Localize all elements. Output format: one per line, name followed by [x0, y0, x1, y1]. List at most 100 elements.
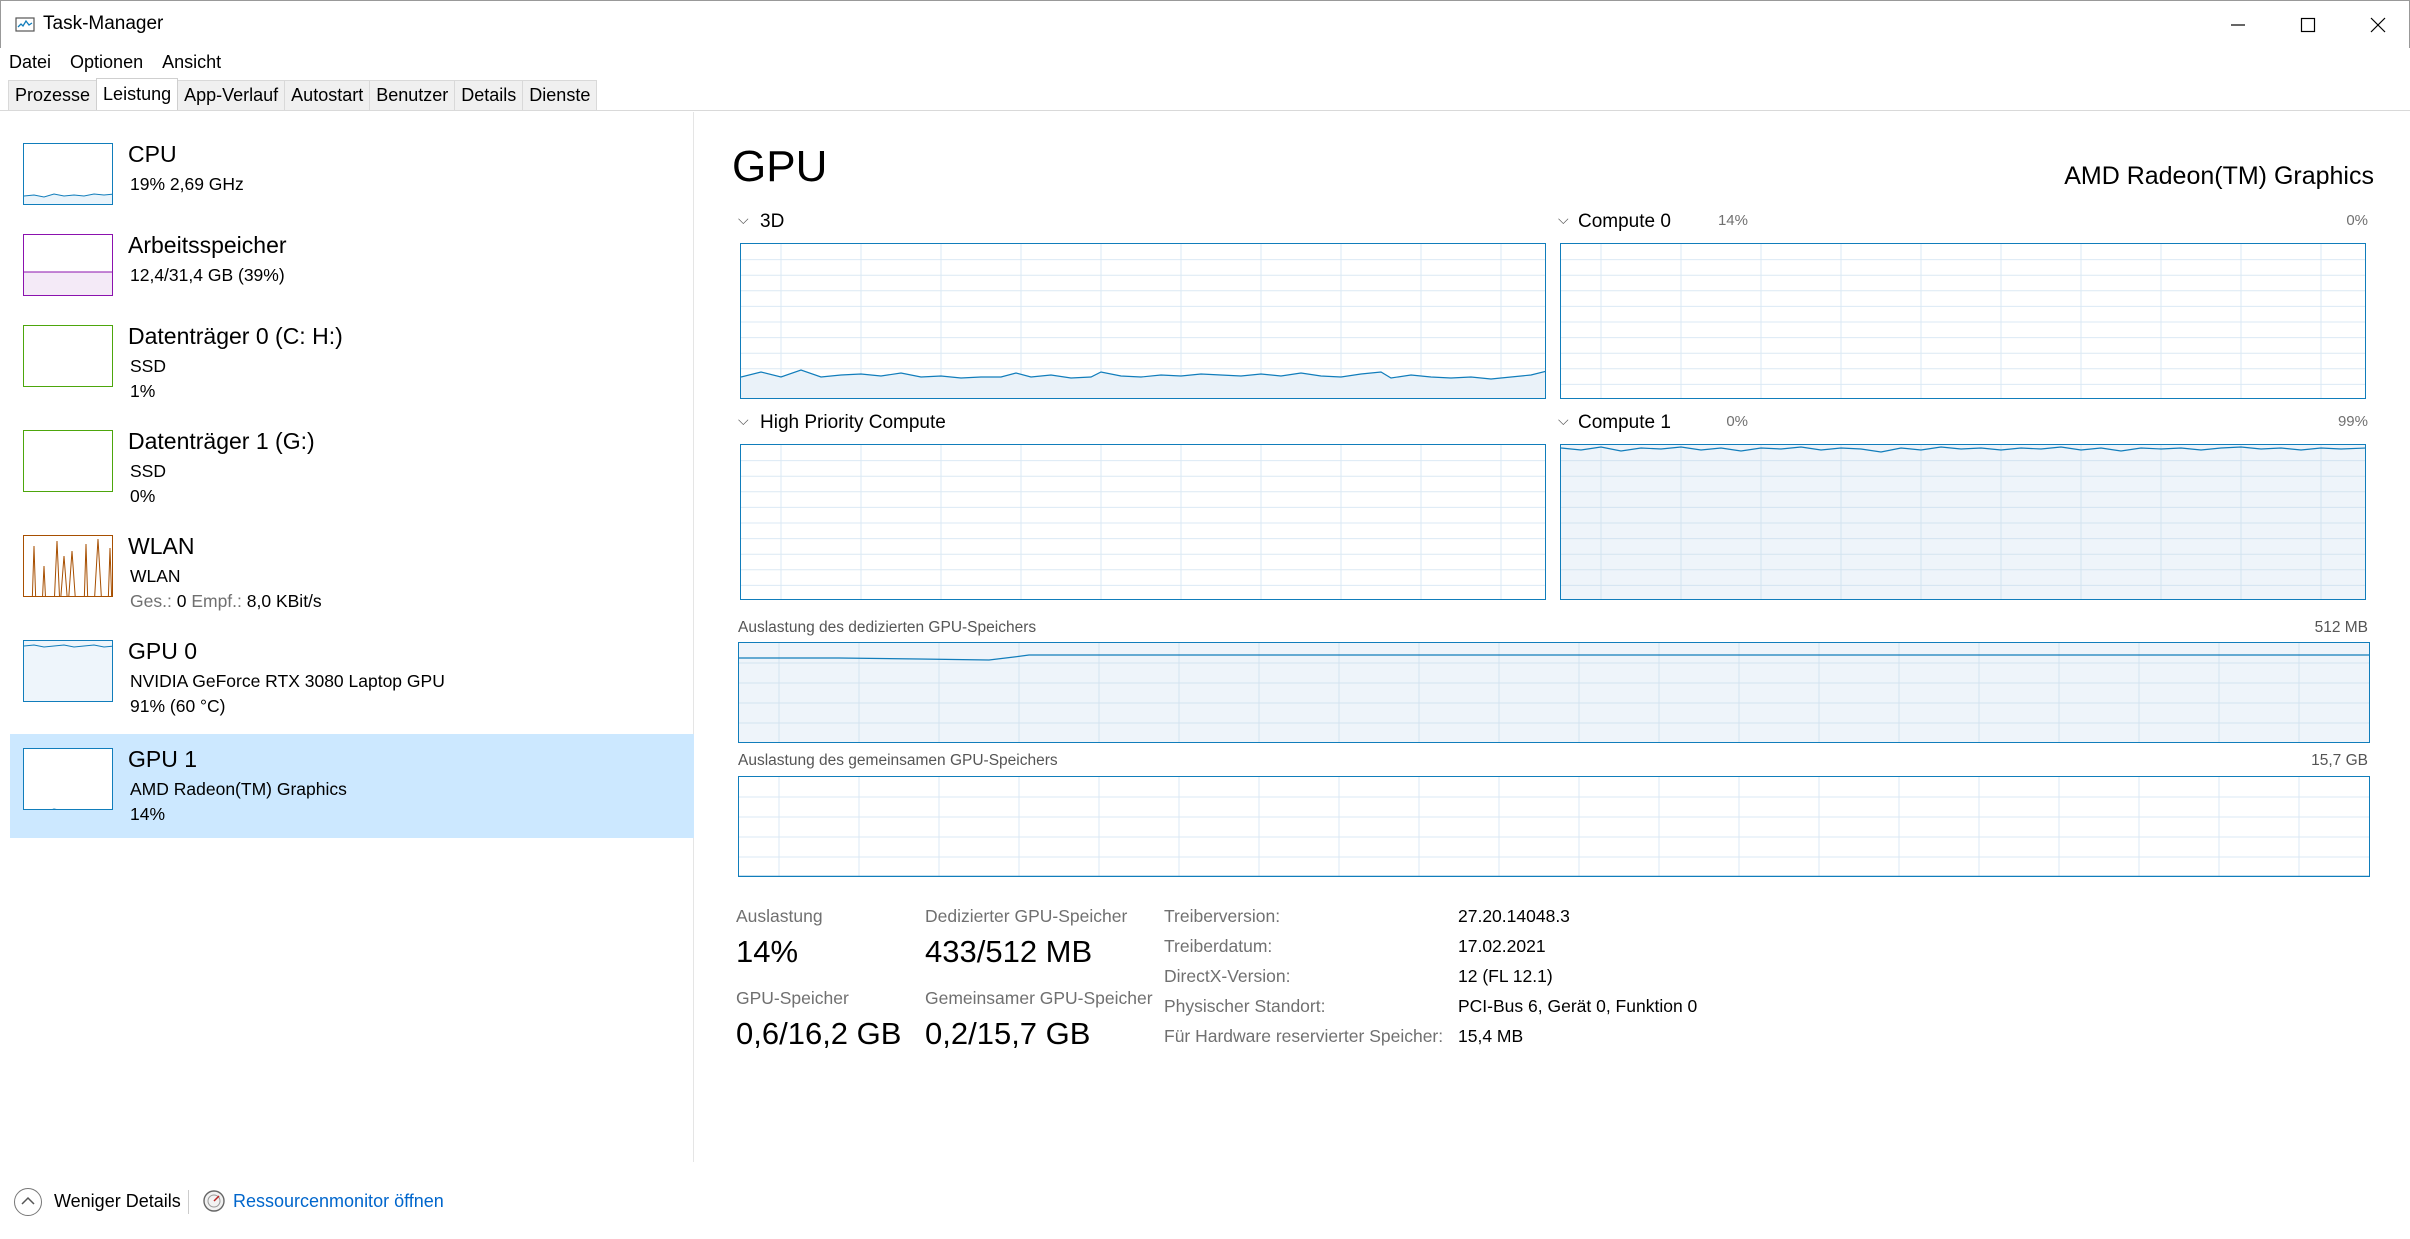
- engine-compute-0-label[interactable]: Compute 0: [1578, 211, 1671, 233]
- sidebar-item-cpu[interactable]: CPU 19% 2,69 GHz: [10, 141, 694, 245]
- sidebar-item-title: Datenträger 1 (G:): [128, 428, 315, 454]
- maximize-button[interactable]: [2273, 1, 2343, 49]
- utilization-value: 14%: [736, 934, 799, 969]
- resource-monitor-icon[interactable]: [202, 1189, 226, 1213]
- fewer-details-button[interactable]: Weniger Details: [54, 1191, 181, 1212]
- close-button[interactable]: [2343, 1, 2410, 49]
- dedicated-memory-graph: [738, 642, 2370, 743]
- window-title: Task-Manager: [43, 13, 164, 34]
- utilization-label: Auslastung: [736, 906, 823, 926]
- wlan-recv-label: Empf.:: [191, 591, 242, 611]
- chevron-down-icon[interactable]: ⌵: [1558, 211, 1569, 228]
- wlan-send-label: Ges.:: [130, 591, 172, 611]
- driver-date-value: 17.02.2021: [1458, 936, 1546, 956]
- sidebar-item-title: GPU 1: [128, 746, 198, 772]
- sidebar-item-detail: NVIDIA GeForce RTX 3080 Laptop GPU: [130, 671, 445, 691]
- chevron-down-icon[interactable]: ⌵: [1558, 412, 1569, 429]
- sidebar-item-detail: 19% 2,69 GHz: [130, 174, 244, 194]
- engine-compute-1-label[interactable]: Compute 1: [1578, 412, 1671, 434]
- wlan-traffic: Ges.: 0 Empf.: 8,0 KBit/s: [130, 591, 322, 612]
- engine-3d-label[interactable]: 3D: [760, 211, 784, 233]
- dedicated-memory-max: 512 MB: [2314, 619, 2368, 636]
- wlan-recv-value: 8,0 KBit/s: [246, 591, 322, 611]
- driver-version-value: 27.20.14048.3: [1458, 906, 1570, 926]
- disk-1-thumbnail-graph: [23, 430, 113, 492]
- close-icon: [2370, 17, 2386, 33]
- shared-memory-graph: [738, 776, 2370, 877]
- sidebar-item-title: WLAN: [128, 533, 195, 559]
- sidebar-item-gpu-1[interactable]: GPU 1 AMD Radeon(TM) Graphics 14%: [10, 734, 694, 838]
- menu-file[interactable]: Datei: [0, 48, 61, 76]
- footer-separator: [188, 1190, 189, 1214]
- page-title: GPU: [732, 142, 828, 191]
- sidebar-item-detail-2: 1%: [130, 381, 156, 401]
- sidebar-item-detail: 12,4/31,4 GB (39%): [130, 265, 285, 285]
- shared-memory-max: 15,7 GB: [2311, 752, 2368, 769]
- tab-processes[interactable]: Prozesse: [8, 80, 98, 110]
- memory-thumbnail-graph: [23, 234, 113, 296]
- engine-compute-0-graph: [1560, 243, 2366, 399]
- chevron-up-circle-icon[interactable]: [14, 1188, 42, 1216]
- dedicated-memory-label: Auslastung des dedizierten GPU-Speichers: [738, 619, 1037, 636]
- sidebar-item-detail-2: 0%: [130, 486, 156, 506]
- hw-reserved-memory-label: Für Hardware reservierter Speicher:: [1164, 1026, 1444, 1046]
- engine-compute-1-pct: 99%: [2337, 413, 2368, 430]
- sidebar-item-title: Arbeitsspeicher: [128, 232, 287, 258]
- sidebar-item-gpu-0[interactable]: GPU 0 NVIDIA GeForce RTX 3080 Laptop GPU…: [10, 638, 694, 742]
- sidebar-item-detail: SSD: [130, 356, 166, 376]
- physical-location-label: Physischer Standort:: [1164, 996, 1326, 1016]
- sidebar-item-memory[interactable]: Arbeitsspeicher 12,4/31,4 GB (39%): [10, 232, 694, 336]
- hw-reserved-memory-value: 15,4 MB: [1458, 1026, 1524, 1046]
- tab-details[interactable]: Details: [454, 80, 524, 110]
- sidebar-item-title: Datenträger 0 (C: H:): [128, 323, 343, 349]
- tab-app-history[interactable]: App-Verlauf: [177, 80, 286, 110]
- gpu-1-thumbnail-graph: [23, 748, 113, 810]
- sidebar-item-disk-1[interactable]: Datenträger 1 (G:) SSD 0%: [10, 428, 694, 532]
- menu-view[interactable]: Ansicht: [153, 48, 231, 76]
- sidebar-item-wlan[interactable]: WLAN WLAN Ges.: 0 Empf.: 8,0 KBit/s: [10, 533, 694, 637]
- menu-options[interactable]: Optionen: [61, 48, 153, 76]
- minimize-icon: [2231, 24, 2245, 26]
- sidebar-item-title: GPU 0: [128, 638, 198, 664]
- footer-bar: Weniger Details Ressourcenmonitor öffnen: [0, 1180, 2410, 1239]
- engine-hp-compute-label[interactable]: High Priority Compute: [760, 412, 946, 434]
- sidebar-item-detail: AMD Radeon(TM) Graphics: [130, 779, 347, 799]
- sidebar-item-detail: WLAN: [130, 566, 181, 586]
- engine-hp-compute-graph: [740, 444, 1546, 600]
- sidebar-item-disk-0[interactable]: Datenträger 0 (C: H:) SSD 1%: [10, 323, 694, 427]
- task-manager-icon: [15, 17, 35, 32]
- tab-bar: Prozesse Leistung App-Verlauf Autostart …: [0, 78, 2410, 111]
- cpu-thumbnail-graph: [23, 143, 113, 205]
- open-resource-monitor-link[interactable]: Ressourcenmonitor öffnen: [233, 1191, 444, 1212]
- driver-date-label: Treiberdatum:: [1164, 936, 1273, 956]
- gpu-detail-panel: GPU AMD Radeon(TM) Graphics ⌵ 3D 14% ⌵ C…: [696, 112, 2410, 1162]
- minimize-button[interactable]: [2203, 1, 2273, 49]
- sidebar-item-title: CPU: [128, 141, 177, 167]
- menu-bar: Datei Optionen Ansicht: [0, 48, 231, 76]
- shared-memory-stat-value: 0,2/15,7 GB: [925, 1016, 1091, 1051]
- gpu-memory-value: 0,6/16,2 GB: [736, 1016, 902, 1051]
- gpu-memory-label: GPU-Speicher: [736, 988, 849, 1008]
- gpu-0-thumbnail-graph: [23, 640, 113, 702]
- tab-performance[interactable]: Leistung: [96, 78, 179, 110]
- shared-memory-stat-label: Gemeinsamer GPU-Speicher: [925, 988, 1153, 1008]
- chevron-down-icon[interactable]: ⌵: [738, 412, 749, 429]
- wlan-thumbnail-graph: [23, 535, 113, 597]
- maximize-icon: [2300, 17, 2316, 33]
- directx-version-label: DirectX-Version:: [1164, 966, 1291, 986]
- dedicated-memory-stat-label: Dedizierter GPU-Speicher: [925, 906, 1128, 926]
- dedicated-memory-stat-value: 433/512 MB: [925, 934, 1093, 969]
- tab-users[interactable]: Benutzer: [369, 80, 456, 110]
- sidebar-item-detail-2: 91% (60 °C): [130, 696, 226, 716]
- title-bar: Task-Manager: [0, 0, 2410, 48]
- sidebar-item-detail-2: 14%: [130, 804, 166, 824]
- shared-memory-label: Auslastung des gemeinsamen GPU-Speichers: [738, 752, 1058, 769]
- directx-version-value: 12 (FL 12.1): [1458, 966, 1553, 986]
- chevron-down-icon[interactable]: ⌵: [738, 211, 749, 228]
- driver-version-label: Treiberversion:: [1164, 906, 1281, 926]
- disk-0-thumbnail-graph: [23, 325, 113, 387]
- tab-startup[interactable]: Autostart: [284, 80, 371, 110]
- sidebar-item-detail: SSD: [130, 461, 166, 481]
- tab-services[interactable]: Dienste: [522, 80, 598, 110]
- wlan-send-value: 0: [176, 591, 187, 611]
